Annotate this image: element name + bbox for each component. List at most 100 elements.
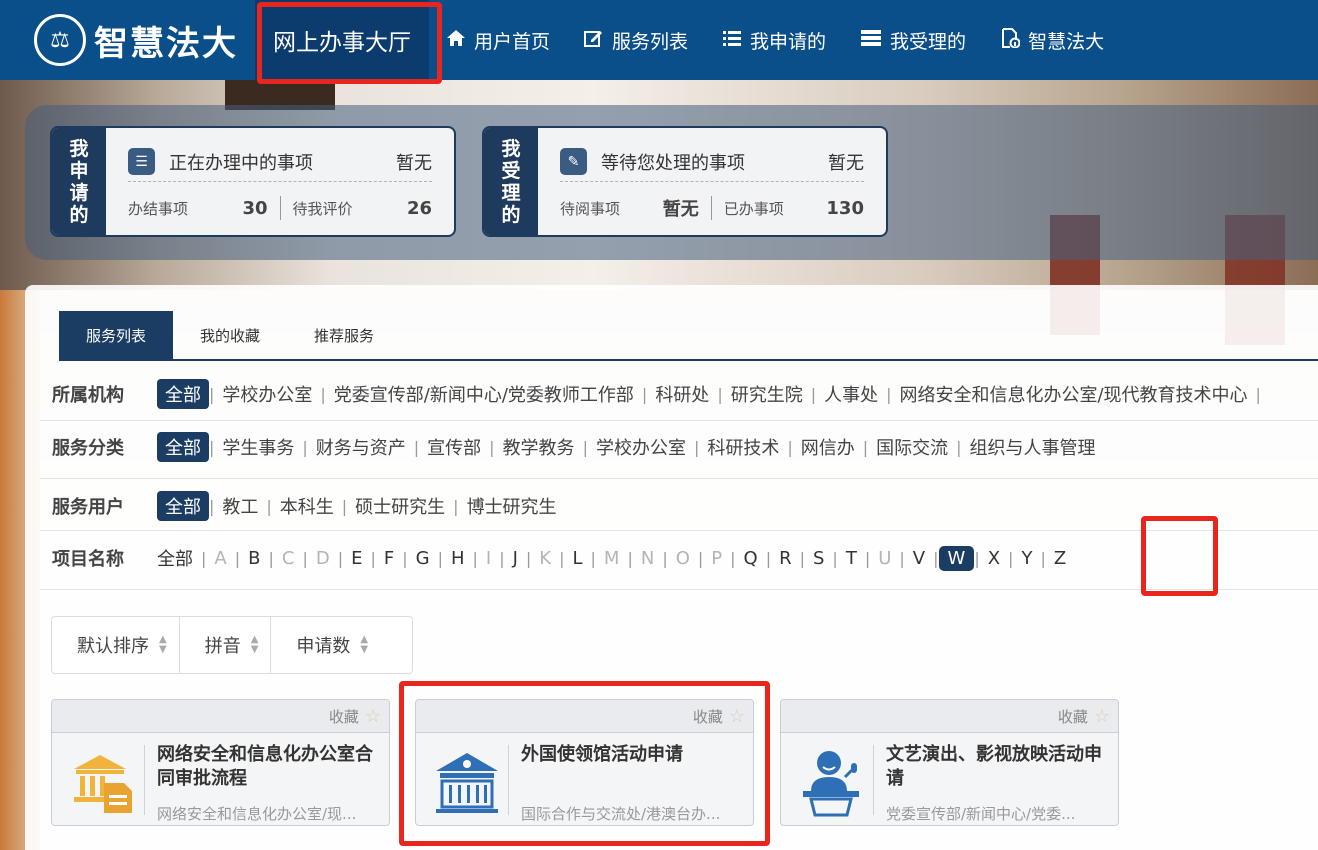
my-received-card[interactable]: 我 受 理 的 ✎ 等待您处理的事项 暂无 待阅事项 暂无 已办事项 130 xyxy=(482,126,888,237)
letter-x[interactable]: X xyxy=(980,548,1008,569)
nav-label: 我受理的 xyxy=(890,30,967,53)
pending-value: 暂无 xyxy=(828,152,864,174)
filter-label: 所属机构 xyxy=(52,385,124,406)
tab-my-favorites[interactable]: 我的收藏 xyxy=(173,311,287,360)
filter-option[interactable]: 教学教务 xyxy=(495,434,583,460)
favorite-bar[interactable]: 收藏 ☆ xyxy=(52,700,389,733)
filter-label: 服务分类 xyxy=(52,438,124,459)
filter-option[interactable]: 财务与资产 xyxy=(308,434,414,460)
letter-e[interactable]: E xyxy=(343,548,370,569)
sort-arrows-icon: ▲ ▼ xyxy=(360,634,369,655)
done-count[interactable]: 130 xyxy=(826,198,864,219)
filter-option[interactable]: 科研技术 xyxy=(699,434,787,460)
completed-count[interactable]: 30 xyxy=(242,198,267,219)
sort-default[interactable]: 默认排序 ▲ ▼ xyxy=(52,617,180,673)
university-seal-icon: ⚖ xyxy=(34,14,86,66)
letter-z[interactable]: Z xyxy=(1046,548,1074,569)
card-department: 网络安全和信息化办公室/现... xyxy=(157,805,357,823)
letter-all[interactable]: 全部 xyxy=(157,545,201,571)
service-card[interactable]: 收藏 ☆ 文艺演出、影视放映活动申请 党委宣传部/新闻中心/党委... xyxy=(780,699,1119,826)
filter-option[interactable]: 学校办公室 xyxy=(214,381,320,407)
filter-option[interactable]: 学校办公室 xyxy=(588,434,694,460)
card-divider xyxy=(873,745,874,815)
letter-y[interactable]: Y xyxy=(1013,548,1040,569)
letter-u[interactable]: U xyxy=(870,548,899,569)
filter-option[interactable]: 教工 xyxy=(214,493,266,519)
letter-j[interactable]: J xyxy=(505,548,526,569)
letter-i[interactable]: I xyxy=(478,548,499,569)
my-applications-card[interactable]: 我 申 请 的 ☰ 正在办理中的事项 暂无 办结事项 30 待我评价 26 xyxy=(50,126,456,237)
letter-t[interactable]: T xyxy=(838,548,865,569)
tab-service-list[interactable]: 服务列表 xyxy=(59,311,174,360)
filter-option[interactable]: 全部 xyxy=(157,432,209,462)
star-icon[interactable]: ☆ xyxy=(365,706,381,727)
site-logo[interactable]: ⚖ 智慧法大 xyxy=(0,14,255,66)
to-evaluate-count[interactable]: 26 xyxy=(407,198,432,219)
filter-option[interactable]: 本科生 xyxy=(272,493,342,519)
letter-b[interactable]: B xyxy=(240,548,268,569)
filter-option[interactable]: 全部 xyxy=(157,379,209,409)
nav-smart-cupl[interactable]: 智慧法大 xyxy=(983,0,1121,80)
done-label: 已办事项 xyxy=(723,199,784,218)
letter-v[interactable]: V xyxy=(905,548,933,569)
filter-option[interactable]: 学生事务 xyxy=(214,434,302,460)
filter-option[interactable]: 研究生院 xyxy=(723,381,811,407)
nav-label: 服务列表 xyxy=(612,30,689,53)
highlight-box xyxy=(399,681,770,846)
letter-q[interactable]: Q xyxy=(736,548,766,569)
filter-option[interactable]: 博士研究生 xyxy=(459,493,565,519)
nav-user-home[interactable]: 用户首页 xyxy=(429,0,567,80)
letter-g[interactable]: G xyxy=(408,548,438,569)
service-card[interactable]: 收藏 ☆ 网络安全和信息化办公室合同审批流程 网络安全和信息化办公室/现... xyxy=(51,699,390,826)
speaker-podium-icon xyxy=(795,743,869,821)
list-icon xyxy=(722,29,742,52)
filter-label: 服务用户 xyxy=(52,497,124,518)
letter-w[interactable]: W xyxy=(938,545,975,571)
to-read-count[interactable]: 暂无 xyxy=(663,195,699,221)
filter-option[interactable]: 组织与人事管理 xyxy=(962,434,1104,460)
filter-option[interactable]: 宣传部 xyxy=(419,434,489,460)
letter-k[interactable]: K xyxy=(531,548,559,569)
nav-label: 智慧法大 xyxy=(1028,30,1105,53)
completed-label: 办结事项 xyxy=(128,199,189,218)
nav-service-list[interactable]: 服务列表 xyxy=(567,0,705,80)
sort-application-count[interactable]: 申请数 ▲ ▼ xyxy=(271,617,380,673)
letter-o[interactable]: O xyxy=(668,548,698,569)
filter-option[interactable]: 人事处 xyxy=(816,381,886,407)
filter-option[interactable]: 网信办 xyxy=(793,434,863,460)
letter-m[interactable]: M xyxy=(596,548,628,569)
letter-p[interactable]: P xyxy=(703,548,730,569)
stack-icon xyxy=(860,29,882,52)
nav-label: 我申请的 xyxy=(750,30,827,53)
sort-label: 默认排序 xyxy=(77,636,149,657)
tab-recommended[interactable]: 推荐服务 xyxy=(287,311,401,360)
filter-option[interactable]: 网络安全和信息化办公室/现代教育技术中心 xyxy=(891,381,1255,407)
letter-l[interactable]: L xyxy=(565,548,591,569)
letter-s[interactable]: S xyxy=(805,548,832,569)
filter-option[interactable]: 全部 xyxy=(157,491,209,521)
row-divider xyxy=(40,530,1318,531)
edit-icon: ✎ xyxy=(560,148,587,175)
sort-pinyin[interactable]: 拼音 ▲ ▼ xyxy=(180,617,272,673)
favorite-label: 收藏 xyxy=(1057,707,1088,726)
filter-option[interactable]: 党委宣传部/新闻中心/党委教师工作部 xyxy=(326,381,642,407)
letter-c[interactable]: C xyxy=(274,548,303,569)
letter-n[interactable]: N xyxy=(633,548,662,569)
star-icon[interactable]: ☆ xyxy=(1094,706,1110,727)
to-evaluate-label: 待我评价 xyxy=(292,199,353,218)
divider xyxy=(279,196,281,220)
top-navigation: ⚖ 智慧法大 网上办事大厅 用户首页 服务列表 我申请的 我受理的 智慧法大 xyxy=(0,0,1318,80)
list-icon: ☰ xyxy=(128,148,155,175)
letter-f[interactable]: F xyxy=(376,548,402,569)
filter-option[interactable]: 科研处 xyxy=(647,381,717,407)
nav-my-applications[interactable]: 我申请的 xyxy=(705,0,843,80)
letter-h[interactable]: H xyxy=(443,548,473,569)
to-read-label: 待阅事项 xyxy=(560,199,621,218)
favorite-bar[interactable]: 收藏 ☆ xyxy=(781,700,1118,733)
filter-option[interactable]: 国际交流 xyxy=(868,434,956,460)
letter-r[interactable]: R xyxy=(771,548,800,569)
letter-a[interactable]: A xyxy=(206,548,234,569)
filter-option[interactable]: 硕士研究生 xyxy=(347,493,453,519)
nav-my-received[interactable]: 我受理的 xyxy=(843,0,983,80)
letter-d[interactable]: D xyxy=(308,548,338,569)
